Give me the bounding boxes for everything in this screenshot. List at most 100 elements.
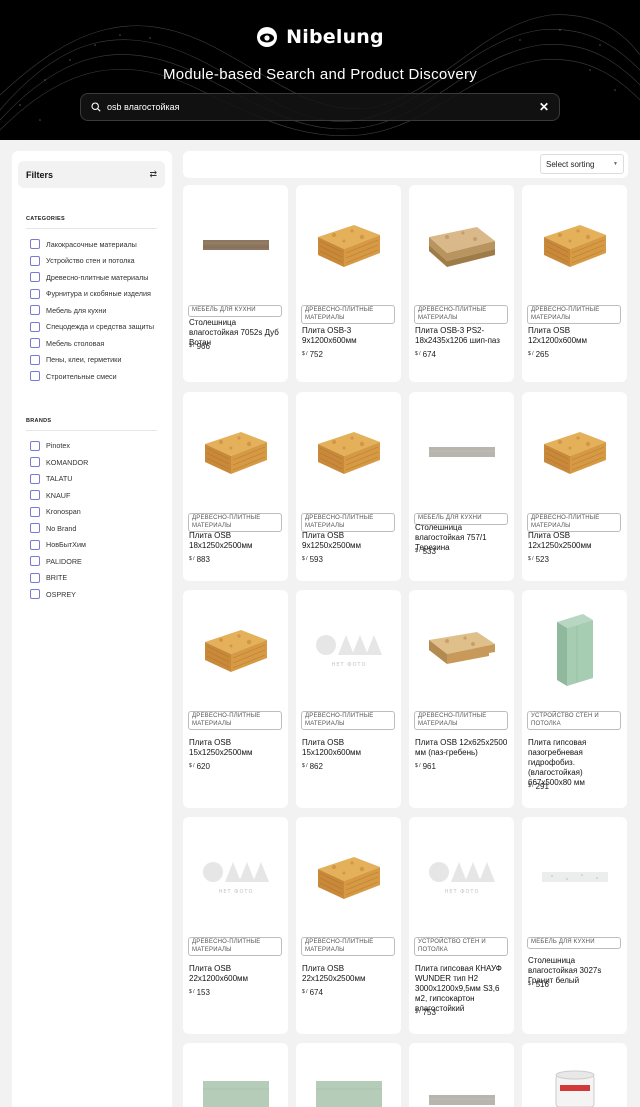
countertop-image[interactable] xyxy=(183,185,288,305)
categories-checkbox[interactable] xyxy=(30,288,40,299)
brands-option[interactable]: НовБытХим xyxy=(30,537,172,554)
product-title[interactable]: Плита гипсовая пазогребневая гидрофобиз.… xyxy=(528,738,622,788)
product-title[interactable]: Плита OSB 22x1200x600мм xyxy=(189,964,283,984)
search-bar[interactable]: osb влагостойкая ✕ xyxy=(80,93,560,121)
categories-option[interactable]: Древесно-плитные материалы xyxy=(30,269,172,286)
product-card[interactable]: МЕБЕЛЬ ДЛЯ КУХНИ Столешница влагостойкая … xyxy=(522,817,627,1034)
product-title[interactable]: Плита OSB 18x1250x2500мм xyxy=(189,531,283,551)
osb-board-image[interactable] xyxy=(522,185,627,305)
hero-banner: Nibelung Module-based Search and Product… xyxy=(0,0,640,140)
brands-option[interactable]: Kronospan xyxy=(30,504,172,521)
brands-option[interactable]: TALATU xyxy=(30,471,172,488)
categories-checkbox[interactable] xyxy=(30,272,40,283)
categories-option[interactable]: Мебель столовая xyxy=(30,335,172,352)
osb-board-image[interactable] xyxy=(522,392,627,512)
countertop-image[interactable] xyxy=(409,392,514,512)
no-photo-placeholder-image[interactable]: НЕТ ФОТО xyxy=(409,817,514,937)
gypsum-slab-image[interactable] xyxy=(522,590,627,710)
brands-option[interactable]: KOMANDOR xyxy=(30,454,172,471)
brands-checkbox[interactable] xyxy=(30,457,40,468)
brands-option[interactable]: BRITE xyxy=(30,570,172,587)
product-card[interactable]: НЕТ ФОТО ДРЕВЕСНО-ПЛИТНЫЕ МАТЕРИАЛЫ Плита … xyxy=(183,817,288,1034)
product-title[interactable]: Плита OSB-3 9x1200x600мм xyxy=(302,326,396,346)
gypsum-board-image[interactable] xyxy=(296,1043,401,1107)
brands-checkbox[interactable] xyxy=(30,572,40,583)
brands-option[interactable]: PALIDORE xyxy=(30,553,172,570)
brands-option-label: KNAUF xyxy=(46,490,71,500)
categories-option[interactable]: Устройство стен и потолка xyxy=(30,253,172,270)
product-card[interactable]: ДРЕВЕСНО-ПЛИТНЫЕ МАТЕРИАЛЫ Плита OSB 9x12… xyxy=(296,392,401,581)
product-card[interactable]: УСТРОЙСТВО СТЕН И ПОТОЛКА Плита гипсовая … xyxy=(522,590,627,808)
product-title[interactable]: Плита гипсовая КНАУФ WUNDER тип Н2 3000x… xyxy=(415,964,509,1014)
product-card[interactable]: ДРЕВЕСНО-ПЛИТНЫЕ МАТЕРИАЛЫ Плита OSB-3 PS… xyxy=(409,185,514,382)
osb-board-image[interactable] xyxy=(296,185,401,305)
product-card[interactable]: МЕБЕЛЬ ДЛЯ КУХНИ Столешница влагостойкая … xyxy=(409,392,514,581)
reset-filters-icon[interactable]: ⇄ xyxy=(149,169,157,180)
categories-checkbox[interactable] xyxy=(30,338,40,349)
categories-checkbox[interactable] xyxy=(30,354,40,365)
product-card[interactable]: ДРЕВЕСНО-ПЛИТНЫЕ МАТЕРИАЛЫ Плита OSB 12x1… xyxy=(522,392,627,581)
osb-board-image[interactable] xyxy=(409,590,514,710)
product-card[interactable] xyxy=(296,1043,401,1107)
categories-option[interactable]: Лакокрасочные материалы xyxy=(30,236,172,253)
product-card[interactable]: НЕТ ФОТО УСТРОЙСТВО СТЕН И ПОТОЛКА Плита г… xyxy=(409,817,514,1034)
categories-checkbox[interactable] xyxy=(30,371,40,382)
categories-checkbox[interactable] xyxy=(30,321,40,332)
categories-option[interactable]: Спецодежда и средства защиты xyxy=(30,319,172,336)
search-input[interactable]: osb влагостойкая xyxy=(107,102,539,112)
brands-checkbox[interactable] xyxy=(30,539,40,550)
product-card[interactable] xyxy=(409,1043,514,1107)
countertop-image[interactable] xyxy=(522,817,627,937)
brands-checkbox[interactable] xyxy=(30,556,40,567)
countertop-image[interactable] xyxy=(409,1043,514,1107)
filters-header[interactable]: Filters ⇄ xyxy=(18,161,165,188)
categories-option[interactable]: Пены, клеи, герметики xyxy=(30,352,172,369)
no-photo-placeholder-image[interactable]: НЕТ ФОТО xyxy=(183,817,288,937)
product-card[interactable]: МЕБЕЛЬ ДЛЯ КУХНИ Столешница влагостойкая … xyxy=(183,185,288,382)
product-title[interactable]: Плита OSB 12x625x2500 мм (паз-гребень) xyxy=(415,738,509,758)
brands-option[interactable]: No Brand xyxy=(30,520,172,537)
paint-bucket-image[interactable] xyxy=(522,1043,627,1107)
brands-option[interactable]: Pinotex xyxy=(30,438,172,455)
product-title[interactable]: Плита OSB 9x1250x2500мм xyxy=(302,531,396,551)
product-card[interactable]: ДРЕВЕСНО-ПЛИТНЫЕ МАТЕРИАЛЫ Плита OSB 18x1… xyxy=(183,392,288,581)
brands-option[interactable]: OSPREY xyxy=(30,586,172,603)
brands-option[interactable]: KNAUF xyxy=(30,487,172,504)
categories-checkbox[interactable] xyxy=(30,305,40,316)
product-card[interactable]: ДРЕВЕСНО-ПЛИТНЫЕ МАТЕРИАЛЫ Плита OSB 12x6… xyxy=(409,590,514,808)
brand-logo[interactable]: Nibelung xyxy=(0,26,640,48)
no-photo-placeholder-image[interactable]: НЕТ ФОТО xyxy=(296,590,401,710)
sort-select[interactable]: Select sorting ▼ xyxy=(540,154,624,174)
gypsum-board-image[interactable] xyxy=(183,1043,288,1107)
brands-checkbox[interactable] xyxy=(30,589,40,600)
product-card[interactable]: ДРЕВЕСНО-ПЛИТНЫЕ МАТЕРИАЛЫ Плита OSB 12x1… xyxy=(522,185,627,382)
osb-board-image[interactable] xyxy=(296,817,401,937)
osb-board-image[interactable] xyxy=(296,392,401,512)
product-title[interactable]: Плита OSB-3 PS2-18x2435x1206 шип-паз xyxy=(415,326,509,346)
product-card[interactable]: ДРЕВЕСНО-ПЛИТНЫЕ МАТЕРИАЛЫ Плита OSB 22x1… xyxy=(296,817,401,1034)
brands-checkbox[interactable] xyxy=(30,473,40,484)
categories-option[interactable]: Строительные смеси xyxy=(30,368,172,385)
categories-option[interactable]: Мебель для кухни xyxy=(30,302,172,319)
product-card[interactable]: ДРЕВЕСНО-ПЛИТНЫЕ МАТЕРИАЛЫ Плита OSB 15x1… xyxy=(183,590,288,808)
brands-checkbox[interactable] xyxy=(30,506,40,517)
product-title[interactable]: Плита OSB 15x1250x2500мм xyxy=(189,738,283,758)
osb-board-image[interactable] xyxy=(183,392,288,512)
product-card[interactable] xyxy=(183,1043,288,1107)
osb-board-image[interactable] xyxy=(183,590,288,710)
osb-board-image[interactable] xyxy=(409,185,514,305)
brands-checkbox[interactable] xyxy=(30,523,40,534)
categories-checkbox[interactable] xyxy=(30,255,40,266)
categories-option[interactable]: Фурнитура и скобяные изделия xyxy=(30,286,172,303)
brands-checkbox[interactable] xyxy=(30,440,40,451)
clear-search-icon[interactable]: ✕ xyxy=(539,100,549,114)
product-title[interactable]: Плита OSB 15x1200x600мм xyxy=(302,738,396,758)
product-card[interactable] xyxy=(522,1043,627,1107)
product-card[interactable]: НЕТ ФОТО ДРЕВЕСНО-ПЛИТНЫЕ МАТЕРИАЛЫ Плита … xyxy=(296,590,401,808)
categories-checkbox[interactable] xyxy=(30,239,40,250)
product-title[interactable]: Плита OSB 12x1250x2500мм xyxy=(528,531,622,551)
product-title[interactable]: Плита OSB 22x1250x2500мм xyxy=(302,964,396,984)
brands-checkbox[interactable] xyxy=(30,490,40,501)
product-title[interactable]: Плита OSB 12x1200x600мм xyxy=(528,326,622,346)
product-card[interactable]: ДРЕВЕСНО-ПЛИТНЫЕ МАТЕРИАЛЫ Плита OSB-3 9x… xyxy=(296,185,401,382)
